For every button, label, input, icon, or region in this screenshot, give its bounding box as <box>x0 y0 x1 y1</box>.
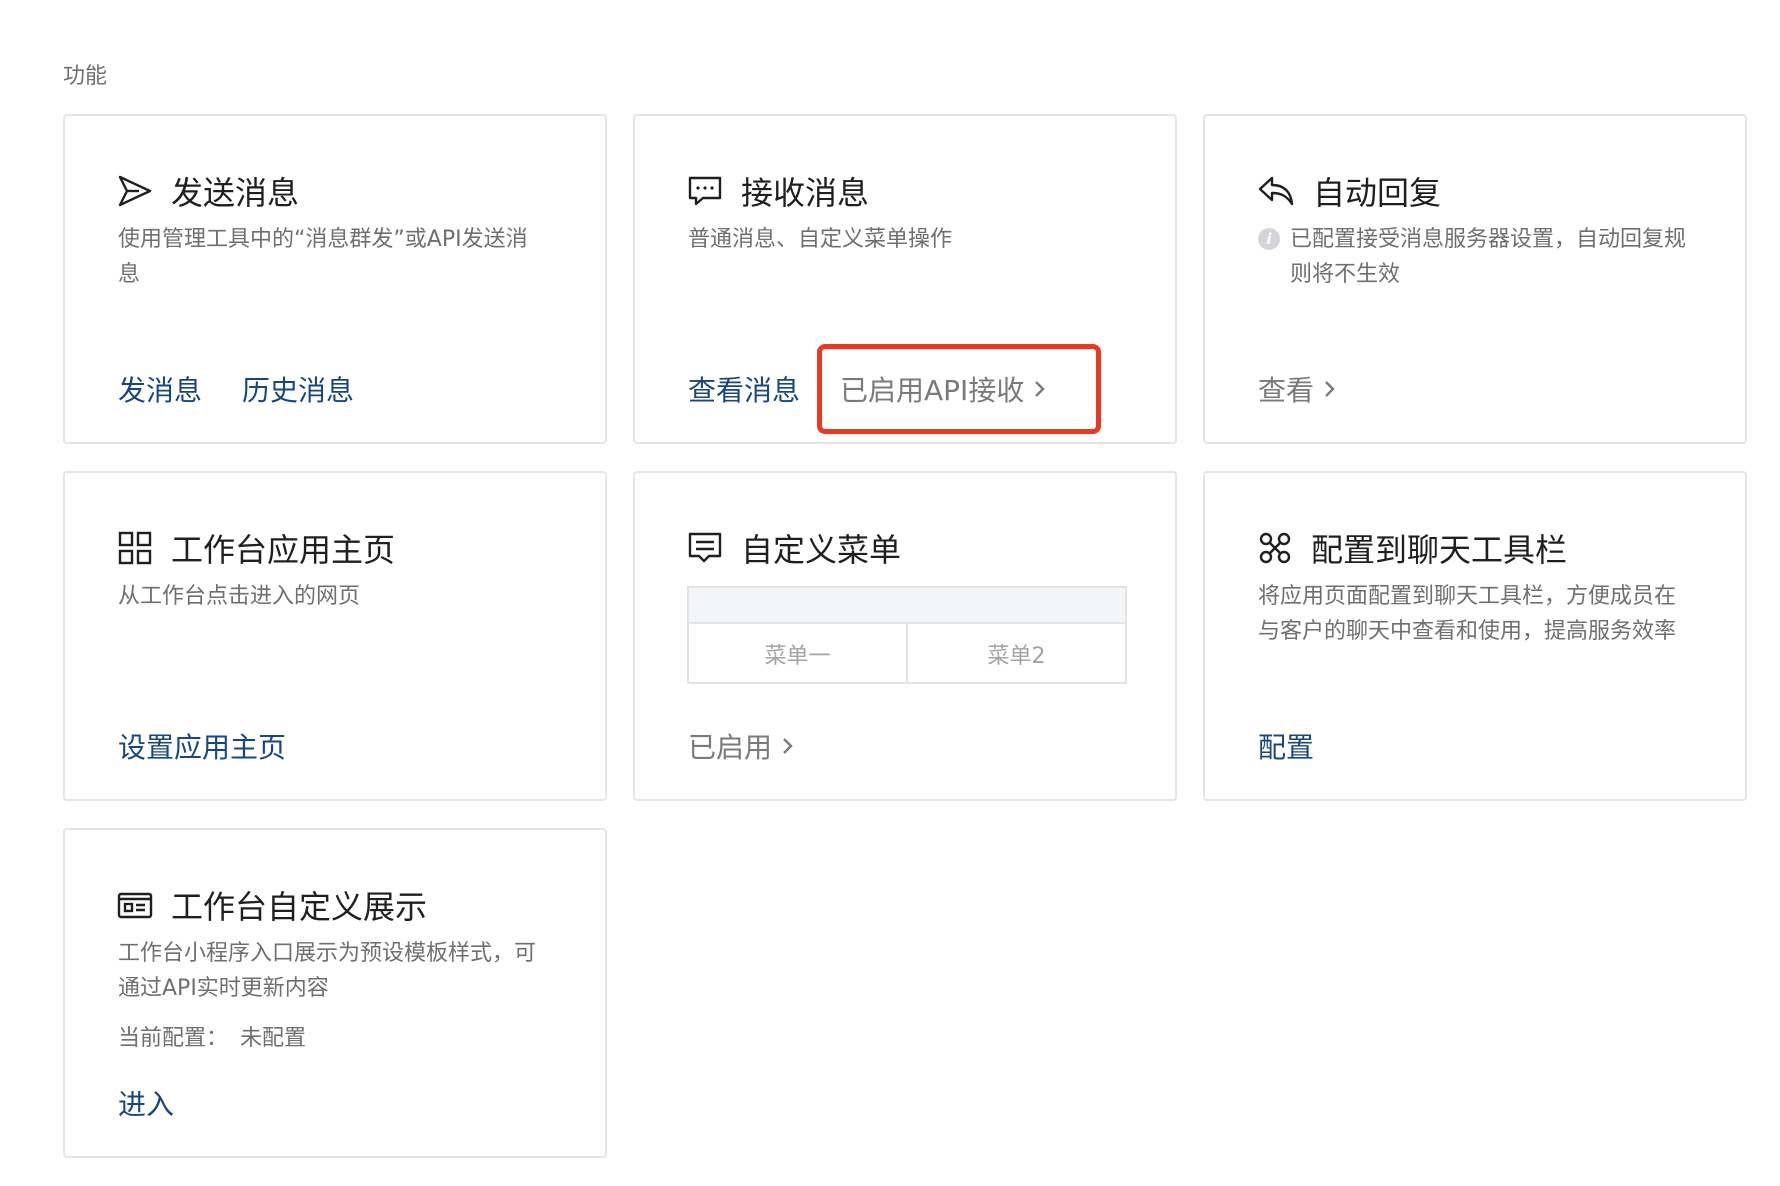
enter-link[interactable]: 进入 <box>118 1083 174 1123</box>
history-message-link[interactable]: 历史消息 <box>242 369 354 409</box>
send-icon <box>117 173 153 209</box>
grid-icon <box>117 530 153 566</box>
display-card-icon <box>117 887 153 923</box>
chat-toolbar-card: 配置到聊天工具栏 将应用页面配置到聊天工具栏，方便成员在与客户的聊天中查看和使用… <box>1203 471 1747 801</box>
view-auto-reply-label: 查看 <box>1258 374 1315 407</box>
card-title: 工作台应用主页 <box>171 531 396 569</box>
card-title: 接收消息 <box>741 174 870 212</box>
menu-icon <box>687 530 723 566</box>
configure-toolbar-link[interactable]: 配置 <box>1258 726 1314 766</box>
set-app-home-link[interactable]: 设置应用主页 <box>118 726 286 766</box>
send-message-card: 发送消息 使用管理工具中的“消息群发”或API发送消息 发消息 历史消息 <box>63 114 607 444</box>
chevron-right-icon <box>783 738 793 754</box>
send-message-link[interactable]: 发消息 <box>118 369 202 409</box>
workbench-home-card: 工作台应用主页 从工作台点击进入的网页 设置应用主页 <box>63 471 607 801</box>
menu-preview: 菜单一 菜单2 <box>687 586 1127 684</box>
current-config-row: 当前配置： 未配置 <box>118 1020 306 1052</box>
workbench-display-card: 工作台自定义展示 工作台小程序入口展示为预设模板样式，可通过API实时更新内容 … <box>63 828 607 1158</box>
card-description: 工作台小程序入口展示为预设模板样式，可通过API实时更新内容 <box>118 941 537 1001</box>
card-title: 发送消息 <box>171 174 300 212</box>
card-title: 自定义菜单 <box>741 531 902 569</box>
card-description: 已配置接受消息服务器设置，自动回复规则将不生效 <box>1290 227 1687 287</box>
card-title: 自动回复 <box>1313 174 1442 212</box>
menu-preview-header <box>689 588 1125 624</box>
menu-enabled-link[interactable]: 已启用 <box>688 726 794 766</box>
card-title: 配置到聊天工具栏 <box>1311 531 1568 569</box>
highlight-annotation-box <box>817 344 1101 434</box>
custom-menu-card: 自定义菜单 菜单一 菜单2 已启用 <box>633 471 1177 801</box>
toolbar-icon <box>1257 530 1293 566</box>
chat-bubble-icon <box>687 173 723 209</box>
view-messages-link[interactable]: 查看消息 <box>688 369 800 409</box>
card-description: 从工作台点击进入的网页 <box>118 584 361 609</box>
card-description: 将应用页面配置到聊天工具栏，方便成员在与客户的聊天中查看和使用，提高服务效率 <box>1258 584 1677 644</box>
card-description-row: i 已配置接受消息服务器设置，自动回复规则将不生效 <box>1258 222 1688 292</box>
current-config-label: 当前配置： <box>118 1026 229 1051</box>
menu-enabled-label: 已启用 <box>688 731 773 764</box>
section-title: 功能 <box>63 64 108 89</box>
auto-reply-card: 自动回复 i 已配置接受消息服务器设置，自动回复规则将不生效 查看 <box>1203 114 1747 444</box>
info-icon: i <box>1258 228 1280 250</box>
view-auto-reply-link[interactable]: 查看 <box>1258 369 1336 409</box>
card-title: 工作台自定义展示 <box>171 888 428 926</box>
menu-preview-item: 菜单2 <box>906 624 1125 684</box>
chevron-right-icon <box>1325 381 1335 397</box>
card-description: 使用管理工具中的“消息群发”或API发送消息 <box>118 227 528 287</box>
menu-preview-item: 菜单一 <box>764 644 831 669</box>
reply-icon <box>1257 173 1295 209</box>
current-config-value: 未配置 <box>240 1026 307 1051</box>
card-description: 普通消息、自定义菜单操作 <box>688 227 953 252</box>
